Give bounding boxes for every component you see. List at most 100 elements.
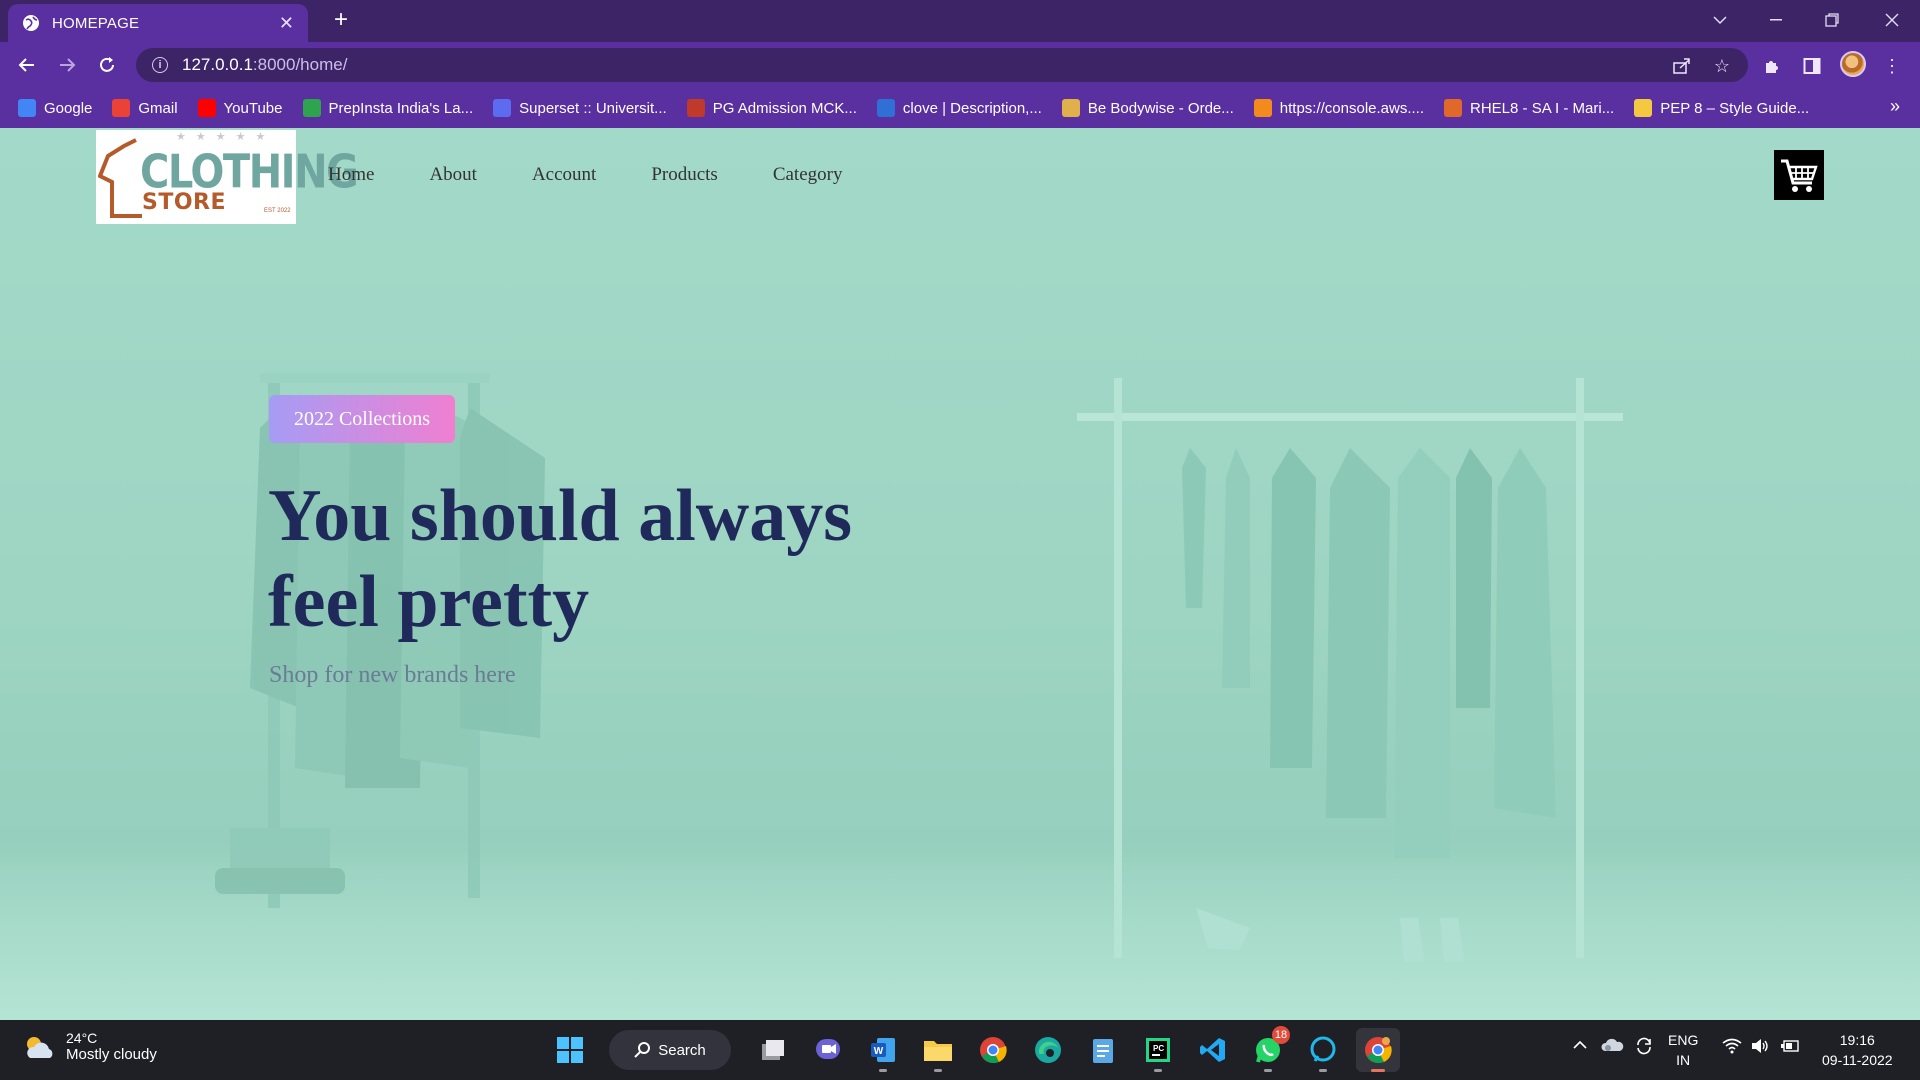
aws-icon [1253,99,1272,117]
store-logo[interactable]: ★★★★★ CLOTHING STORE EST 2022 [96,130,359,224]
bookmark-item[interactable]: Be Bodywise - Orde... [1061,99,1234,117]
search-icon [634,1042,651,1058]
clock[interactable]: 19:16 09-11-2022 [1822,1030,1893,1070]
bookmarks-bar: Google Gmail YouTube PrepInsta India's La..… [0,88,1920,128]
side-panel-icon[interactable] [1800,54,1824,78]
profile-avatar[interactable] [1840,51,1866,77]
share-icon[interactable] [1670,54,1694,78]
google-icon [18,99,36,117]
bookmark-label: Be Bodywise - Orde... [1087,99,1234,117]
edge-icon[interactable] [1026,1028,1070,1072]
url-host: 127.0.0.1 [182,55,253,74]
bookmark-item[interactable]: PEP 8 – Style Guide... [1634,99,1809,117]
bookmark-label: PEP 8 – Style Guide... [1660,99,1810,117]
weather-condition: Mostly cloudy [66,1046,157,1063]
bookmark-item[interactable]: Superset :: Universit... [493,99,667,117]
chrome-icon[interactable] [971,1028,1015,1072]
bookmark-star-icon[interactable]: ☆ [1710,54,1734,78]
minimize-window-button[interactable] [1748,0,1804,40]
nav-products[interactable]: Products [651,164,718,186]
nav-about[interactable]: About [429,164,477,186]
pycharm-icon[interactable]: PC [1136,1028,1180,1072]
extensions-puzzle-icon[interactable] [1760,54,1784,78]
bodywise-icon [1061,99,1080,117]
back-arrow-icon[interactable] [12,50,42,80]
language-indicator[interactable]: ENG IN [1668,1030,1698,1070]
wifi-icon[interactable] [1722,1038,1742,1059]
site-info-icon[interactable]: i [152,57,168,73]
address-bar[interactable]: i 127.0.0.1:8000/home/ [136,48,1748,82]
onedrive-cloud-icon[interactable] [1600,1036,1624,1059]
logo-stars: ★★★★★ [176,131,276,143]
bookmark-item[interactable]: https://console.aws.... [1253,99,1424,117]
close-window-button[interactable] [1864,0,1920,40]
bookmark-label: Gmail [138,99,178,117]
bookmark-item[interactable]: clove | Description,... [876,99,1042,117]
logo-word-store: STORE [142,190,227,215]
hero-headline-line-2: feel pretty [268,561,590,643]
reload-icon[interactable] [92,50,122,80]
bookmark-item[interactable]: PrepInsta India's La... [302,99,473,117]
gmail-icon [112,99,131,117]
bookmarks-overflow-icon[interactable]: » [1890,96,1900,117]
show-hidden-icons-chevron[interactable] [1572,1036,1588,1056]
superset-icon [493,99,512,117]
right-clothes-rack [1077,378,1623,962]
notepad-icon[interactable] [1081,1028,1125,1072]
rhel-icon [1444,99,1463,117]
hero-subline: Shop for new brands here [269,662,516,688]
globe-icon [23,15,39,31]
bookmark-label: RHEL8 - SA I - Mari... [1470,99,1615,117]
weather-temperature: 24°C [66,1030,98,1046]
word-icon[interactable]: W [861,1028,905,1072]
bookmark-label: clove | Description,... [902,99,1042,117]
bookmark-item[interactable]: PG Admission MCK... [686,99,857,117]
teams-chat-icon[interactable] [806,1028,850,1072]
nav-account[interactable]: Account [532,164,596,186]
running-indicator [1154,1069,1162,1072]
bookmark-item[interactable]: Google [18,99,92,117]
whatsapp-icon[interactable]: 18 [1246,1026,1290,1072]
tab-homepage[interactable]: HOMEPAGE ✕ [8,4,308,42]
task-view-icon[interactable] [751,1028,795,1072]
more-menu-icon[interactable]: ⋮ [1880,54,1904,78]
restore-window-button[interactable] [1804,0,1860,40]
main-navigation: Home About Account Products Category [328,164,897,186]
taskbar-search-label: Search [658,1041,706,1059]
bookmark-item[interactable]: RHEL8 - SA I - Mari... [1444,99,1614,117]
shopping-cart-icon [1781,159,1818,192]
vscode-icon[interactable] [1191,1028,1235,1072]
forward-arrow-icon[interactable] [52,50,82,80]
running-indicator [1319,1069,1327,1072]
new-tab-button[interactable]: + [325,6,357,34]
prepinsta-icon [302,99,321,117]
shopping-cart-button[interactable] [1774,150,1824,200]
collections-badge[interactable]: 2022 Collections [269,395,455,443]
hero-headline: You should always feel pretty [268,473,968,645]
youtube-icon [197,99,216,117]
taskbar-apps: Search W PC 18 [548,1026,1411,1072]
sync-icon[interactable] [1634,1036,1654,1061]
bookmark-label: Superset :: Universit... [519,99,667,117]
running-indicator [934,1069,942,1072]
nav-home[interactable]: Home [328,164,374,186]
file-explorer-icon[interactable] [916,1028,960,1072]
bookmark-item[interactable]: Gmail [112,99,178,117]
clock-date: 09-11-2022 [1822,1052,1893,1068]
volume-icon[interactable] [1750,1038,1770,1059]
windows-start-icon[interactable] [548,1028,592,1072]
battery-icon[interactable] [1780,1038,1802,1059]
chrome-active-icon[interactable] [1356,1028,1400,1072]
bookmark-item[interactable]: YouTube [197,99,283,117]
weather-widget[interactable]: 24°C Mostly cloudy [22,1030,157,1063]
url-path: :8000/home/ [252,55,348,74]
close-tab-icon[interactable]: ✕ [279,13,294,34]
taskbar-search-button[interactable]: Search [609,1030,731,1070]
nav-category[interactable]: Category [773,164,843,186]
clove-icon [876,99,895,117]
tab-search-icon[interactable] [1692,0,1748,40]
svg-text:PC: PC [1153,1044,1164,1053]
bookmark-label: YouTube [223,99,283,117]
alexa-icon[interactable] [1301,1028,1345,1072]
active-indicator [1371,1069,1385,1072]
